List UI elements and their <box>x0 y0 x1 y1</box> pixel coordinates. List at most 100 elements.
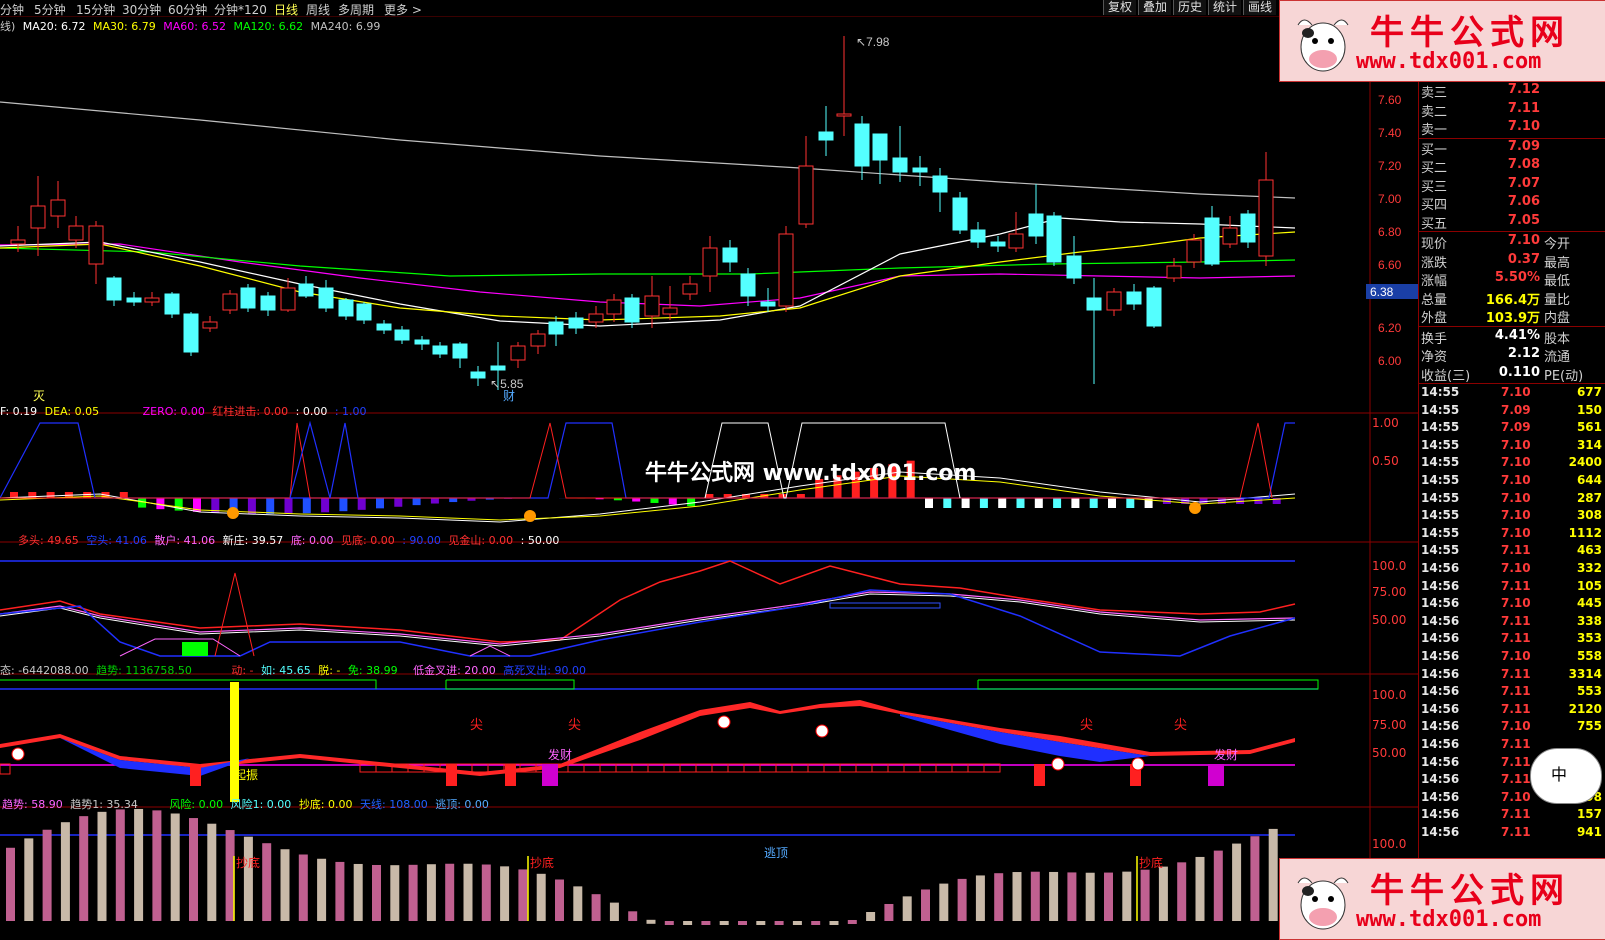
candle-body <box>1240 213 1256 243</box>
candle-body <box>240 287 256 309</box>
candle-body <box>568 317 584 329</box>
tick-time: 14:56 <box>1421 596 1460 611</box>
quote-panel: 卖三 7.12 卖二 7.11 卖一 7.10 买一 7.09 买二 7.08 … <box>1418 80 1605 940</box>
tick-price: 7.11 <box>1501 737 1531 751</box>
tick-row: 14:55 7.09 561 <box>1419 420 1605 437</box>
fuquan-button[interactable]: 复权 <box>1103 0 1137 15</box>
history-button[interactable]: 历史 <box>1173 0 1207 15</box>
qushi1-value: 趋势1: 35.34 <box>70 798 138 811</box>
facai-label: 发财 <box>1214 747 1238 762</box>
macd-bar <box>650 498 659 503</box>
order-book-label: 卖三 <box>1421 86 1448 101</box>
candle-body <box>1166 265 1182 279</box>
macd-bar <box>1016 498 1025 508</box>
draw-button[interactable]: 画线 <box>1243 0 1277 15</box>
tick-time: 14:56 <box>1421 613 1460 628</box>
quote-value: 103.9万 <box>1485 311 1540 326</box>
overlay-button[interactable]: 叠加 <box>1138 0 1172 15</box>
bottom-legend: 趋势: 58.90 趋势1: 35.34 风险: 0.00 风险1: 0.00 … <box>2 796 489 812</box>
fundamental-value: 0.110 <box>1498 364 1540 380</box>
price-tick: 7.00 <box>1378 192 1402 206</box>
candle-body <box>1146 287 1162 327</box>
candle-body <box>588 313 604 323</box>
bottom-bar <box>591 894 601 921</box>
jiandi-value: 见底: 0.00 <box>341 534 395 547</box>
bottom-bar <box>1030 871 1040 921</box>
tick-row: 14:56 7.10 558 <box>1419 649 1605 666</box>
assistant-bubble[interactable]: 中 <box>1530 748 1602 804</box>
tick-time: 14:56 <box>1421 631 1460 646</box>
tick-time: 14:55 <box>1421 543 1460 558</box>
candle-body <box>932 175 948 193</box>
bottom-bar <box>792 921 802 925</box>
bottom-bar <box>335 861 345 921</box>
candle-body <box>318 287 334 309</box>
tick-row: 14:56 7.10 445 <box>1419 596 1605 613</box>
tick-row: 14:56 7.11 157 <box>1419 807 1605 824</box>
bottom-bar <box>1140 869 1150 921</box>
bottom-bar <box>243 836 253 921</box>
trend-axis-tick: 100.0 <box>1372 688 1406 702</box>
candle-body <box>50 199 66 217</box>
tuo-value: 脱: - <box>318 664 341 677</box>
tick-volume: 338 <box>1576 613 1602 628</box>
bottom-bar <box>115 809 125 921</box>
tick-volume: 308 <box>1576 508 1602 523</box>
chevron-right-icon: > <box>411 3 422 17</box>
candle-body <box>222 293 238 311</box>
watermark-url: www.tdx001.com <box>1356 907 1542 932</box>
tick-price: 7.11 <box>1501 807 1531 822</box>
bottom-bar <box>1268 828 1278 921</box>
bottom-bar <box>500 866 510 921</box>
tai-value: 态: -6442088.00 <box>0 664 89 677</box>
fundamental-value: 4.41% <box>1494 327 1540 343</box>
bottom-bar <box>1195 856 1205 921</box>
chaodi-label: 抄底 <box>236 855 260 870</box>
bottom-bar <box>280 849 290 921</box>
tick-volume: 287 <box>1576 490 1602 505</box>
price-tick: 7.40 <box>1378 126 1402 140</box>
candle-body <box>183 313 199 353</box>
order-book-row: 买一 7.09 <box>1419 139 1605 158</box>
tick-time: 14:56 <box>1421 578 1460 593</box>
trend-signal-bar <box>190 764 201 786</box>
tick-price: 7.11 <box>1501 825 1531 839</box>
divider <box>1419 231 1605 232</box>
macd-bar <box>339 498 348 512</box>
bottom-bar <box>372 864 381 921</box>
candle-body <box>260 295 276 311</box>
trend-signal-bar <box>542 764 558 786</box>
tick-price: 7.10 <box>1501 596 1531 611</box>
candle-body <box>952 197 968 231</box>
candle-body <box>912 167 928 173</box>
order-book-label: 卖二 <box>1421 104 1448 120</box>
macd-bar <box>1126 498 1135 508</box>
tick-time: 14:56 <box>1421 737 1460 751</box>
tick-price: 7.10 <box>1501 473 1531 487</box>
bottom-bar <box>317 858 327 921</box>
macd-axis-tick: 0.50 <box>1372 454 1399 468</box>
tick-price: 7.11 <box>1501 543 1531 558</box>
bottom-bar <box>811 921 821 925</box>
tick-price: 7.10 <box>1501 561 1531 575</box>
quote-label2: 最低 <box>1544 274 1571 289</box>
macd-axis-tick: 1.00 <box>1372 416 1399 430</box>
bottom-bar <box>719 921 729 925</box>
duotou-value: 多头: 49.65 <box>18 534 79 547</box>
tick-time: 14:56 <box>1421 719 1460 734</box>
mie-label: 灭 <box>33 389 45 403</box>
order-book-price: 7.10 <box>1507 119 1540 134</box>
tick-time: 14:56 <box>1421 649 1460 663</box>
tick-volume: 644 <box>1576 473 1602 487</box>
bottom-axis-tick: 100.0 <box>1372 837 1406 851</box>
trend-legend: 态: -6442088.00 趋势: 1136758.50 动: - 如: 45… <box>0 662 586 678</box>
watermark-title: 牛牛公式网 <box>1370 871 1570 911</box>
bottom-panel: 抄底 抄底 抄底 逃顶 100.0 <box>0 808 1406 925</box>
tick-row: 14:56 7.11 105 <box>1419 579 1605 596</box>
qizhen-label: 起振 <box>234 768 258 782</box>
tick-row: 14:56 7.10 755 <box>1419 719 1605 736</box>
quote-label2: 最高 <box>1544 255 1571 271</box>
dif-value: F: 0.19 <box>0 405 38 418</box>
stats-button[interactable]: 统计 <box>1208 0 1242 15</box>
bottom-bar <box>1085 872 1095 921</box>
